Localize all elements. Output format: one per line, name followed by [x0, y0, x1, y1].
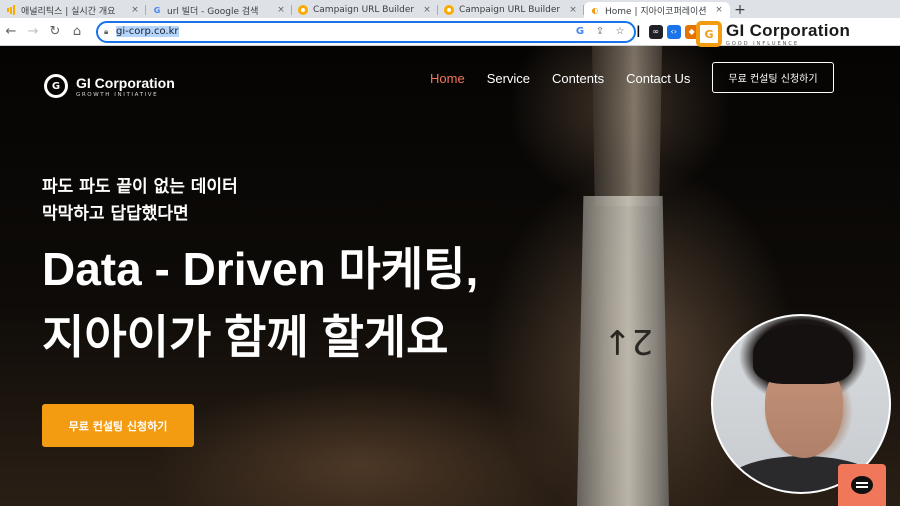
google-icon: G — [153, 5, 161, 15]
forward-button[interactable]: → — [22, 21, 44, 43]
hero-headline-line1: Data - Driven 마케팅, — [42, 243, 479, 295]
bookmark-star-icon[interactable]: ☆ — [612, 24, 628, 40]
home-button[interactable]: ⌂ — [66, 21, 88, 43]
chat-button[interactable] — [838, 464, 886, 506]
reload-icon: ↻ — [49, 24, 61, 39]
nav-contact-us[interactable]: Contact Us — [626, 70, 690, 88]
address-bar[interactable]: 🔒︎ gi-corp.co.kr G ⇪ ☆ — [96, 20, 636, 43]
arrow-right-icon: → — [27, 24, 39, 39]
tab-title: url 빌더 - Google 검색 — [167, 6, 259, 17]
video-watermark: G GI Corporation GOOD INFLUENCE — [696, 18, 896, 50]
close-icon[interactable]: × — [276, 5, 286, 15]
tab-home-gi-corp[interactable]: ◐ Home | 지아이코퍼레이션 × — [584, 2, 730, 18]
close-icon[interactable]: × — [422, 5, 432, 15]
ga-icon — [298, 5, 308, 15]
tab-analytics[interactable]: 애널리틱스 | 실시간 개요 × — [0, 2, 146, 18]
tab-campaign-url-builder-2[interactable]: Campaign URL Builder × — [438, 2, 584, 18]
reload-button[interactable]: ↻ — [44, 21, 66, 43]
drill-marking: 2↓ — [603, 321, 654, 361]
main-nav: Home Service Contents Contact Us — [430, 70, 690, 88]
close-icon[interactable]: × — [130, 5, 140, 15]
watermark-tagline: GOOD INFLUENCE — [726, 41, 800, 47]
tab-title: Home | 지아이코퍼레이션 — [605, 6, 707, 17]
extension-glasses-icon[interactable]: ∞ — [648, 24, 663, 39]
back-button[interactable]: ← — [0, 21, 22, 43]
url-text[interactable]: gi-corp.co.kr — [116, 26, 179, 37]
logo-name: GI Corporation — [76, 74, 175, 91]
logo-tagline: GROWTH INITIATIVE — [76, 91, 159, 98]
chat-bubble-icon — [851, 476, 873, 494]
share-icon[interactable]: ⇪ — [592, 24, 608, 40]
tab-title: Campaign URL Builder — [313, 5, 415, 15]
new-tab-button[interactable]: + — [730, 2, 750, 18]
hero-headline-line2: 지아이가 함께 할게요 — [42, 311, 449, 363]
hero-subheading-line1: 파도 파도 끝이 없는 데이터 — [42, 177, 238, 197]
nav-home[interactable]: Home — [430, 70, 465, 88]
free-consulting-button-header[interactable]: 무료 컨설팅 신청하기 — [712, 62, 834, 93]
tab-google-search[interactable]: G url 빌더 - Google 검색 × — [146, 2, 292, 18]
gi-logo-icon: G — [696, 21, 722, 47]
hero-subheading-line2: 막막하고 답답했다면 — [42, 204, 189, 224]
url-selection: gi-corp.co.kr — [116, 26, 179, 37]
website-viewport: 2↓ G GI Corporation GROWTH INITIATIVE Ho… — [0, 46, 900, 506]
tab-campaign-url-builder[interactable]: Campaign URL Builder × — [292, 2, 438, 18]
extension-code-icon[interactable]: ‹› — [666, 24, 681, 39]
tab-title: Campaign URL Builder — [459, 5, 561, 15]
free-consulting-button-hero[interactable]: 무료 컨설팅 신청하기 — [42, 404, 194, 447]
home-icon: ⌂ — [72, 24, 82, 39]
gi-logo-icon: G — [44, 74, 68, 98]
tab-title: 애널리틱스 | 실시간 개요 — [21, 6, 116, 17]
nav-service[interactable]: Service — [487, 70, 530, 88]
nav-contents[interactable]: Contents — [552, 70, 604, 88]
browser-tab-strip: 애널리틱스 | 실시간 개요 × G url 빌더 - Google 검색 × … — [0, 0, 900, 18]
lock-icon: 🔒︎ — [104, 26, 109, 36]
close-icon[interactable]: × — [568, 5, 578, 15]
gi-icon: ◐ — [591, 5, 599, 15]
site-logo[interactable]: G GI Corporation GROWTH INITIATIVE — [44, 74, 175, 98]
close-icon[interactable]: × — [714, 5, 724, 15]
google-lens-icon[interactable]: G — [572, 24, 588, 40]
analytics-icon — [6, 5, 16, 15]
arrow-left-icon: ← — [5, 24, 17, 39]
ga-icon — [444, 5, 454, 15]
watermark-name: GI Corporation — [726, 21, 851, 40]
